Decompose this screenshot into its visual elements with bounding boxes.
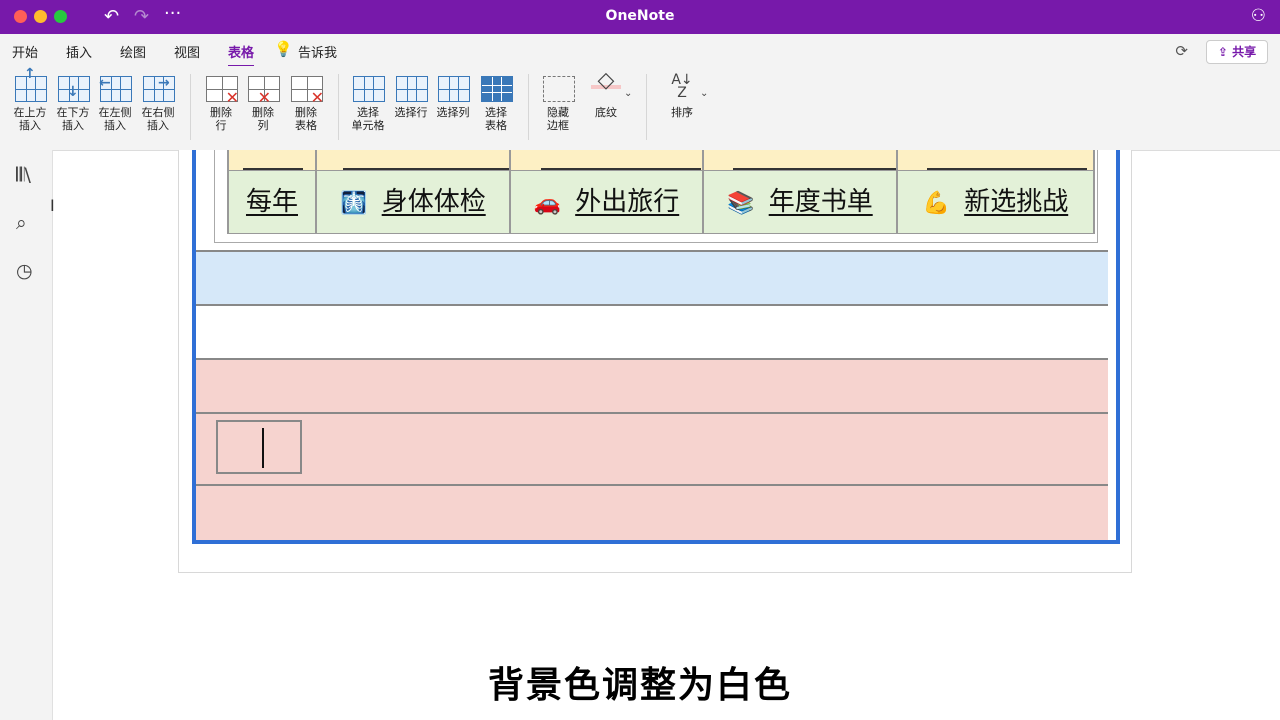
insert-below-button[interactable]: ↓ 在下方 插入	[53, 74, 93, 132]
app-title: OneNote	[605, 8, 675, 24]
insert-below-label: 在下方 插入	[56, 106, 90, 132]
delete-table-button[interactable]: ✕ 删除 表格	[286, 74, 326, 132]
lightbulb-icon[interactable]: 💡	[274, 40, 293, 58]
tab-view[interactable]: 视图	[174, 42, 200, 61]
table-row-pink[interactable]	[196, 412, 1108, 484]
table-row-pink[interactable]	[196, 358, 1108, 412]
share-label: 共享	[1232, 45, 1257, 59]
ribbon-separator	[190, 74, 191, 140]
cell-text: 每年	[245, 187, 298, 217]
tell-me-field[interactable]: 告诉我	[298, 42, 337, 61]
paint-bucket-icon: ◇	[590, 70, 622, 102]
delete-column-icon: ✕	[247, 74, 280, 106]
cell-text: 年度书单	[768, 187, 873, 217]
tab-table[interactable]: 表格	[228, 42, 255, 67]
table-row-blue[interactable]	[196, 250, 1108, 304]
insert-right-button[interactable]: → 在右侧 插入	[138, 74, 178, 132]
ribbon-separator	[646, 74, 647, 140]
shading-dropdown-icon[interactable]: ⌄	[624, 88, 632, 99]
table-row-white[interactable]	[196, 304, 1108, 358]
select-cell-label: 选择 单元格	[351, 106, 385, 132]
books-icon: 📚	[727, 191, 755, 216]
delete-table-icon: ✕	[290, 74, 324, 106]
insert-right-icon: →	[142, 74, 175, 102]
account-icon[interactable]: ⚇	[1251, 6, 1266, 26]
table-cell[interactable]: 🚗 外出旅行	[511, 171, 704, 233]
title-bar: ↶ ↷ ··· OneNote ⚇	[0, 0, 1280, 34]
insert-left-button[interactable]: ← 在左侧 插入	[95, 74, 135, 132]
select-row-label: 选择行	[394, 106, 428, 119]
select-cell-button[interactable]: 选择 单元格	[348, 74, 388, 132]
menu-bar: 开始 插入 绘图 视图 表格 💡 告诉我 ⟳ ⇪ 共享	[0, 34, 1280, 67]
cell-text: 身体体检	[381, 187, 486, 217]
table-row-pink[interactable]	[196, 484, 1108, 540]
insert-below-icon: ↓	[57, 74, 90, 102]
active-table-cell[interactable]	[216, 420, 302, 474]
select-table-button[interactable]: 选择 表格	[476, 74, 516, 132]
delete-table-label: 删除 表格	[295, 106, 317, 132]
share-button[interactable]: ⇪ 共享	[1206, 40, 1268, 64]
table-cell[interactable]: 🩻 身体体检	[317, 171, 511, 233]
sync-icon[interactable]: ⟳	[1175, 42, 1188, 60]
cell-text: 外出旅行	[575, 187, 680, 217]
delete-row-button[interactable]: ✕ 删除 行	[201, 74, 241, 132]
select-column-icon	[437, 74, 470, 102]
select-table-icon	[480, 74, 513, 102]
nested-table-container: 每年 🩻 身体体检 🚗 外出旅行 📚 年度书单 💪 新选挑战	[214, 150, 1098, 243]
insert-above-button[interactable]: ↑ 在上方 插入	[10, 67, 50, 132]
select-table-label: 选择 表格	[485, 106, 507, 132]
table-cell[interactable]: 每年	[229, 171, 317, 233]
xray-icon: 🩻	[340, 191, 368, 216]
insert-above-icon: ↑	[14, 67, 47, 102]
cell-text: 新选挑战	[964, 187, 1069, 217]
delete-column-button[interactable]: ✕ 删除 列	[243, 74, 283, 132]
outer-table[interactable]: 每年 🩻 身体体检 🚗 外出旅行 📚 年度书单 💪 新选挑战	[192, 150, 1120, 544]
select-column-button[interactable]: 选择列	[433, 74, 473, 119]
text-caret	[262, 428, 264, 468]
ribbon-separator	[338, 74, 339, 140]
left-sidebar: 𝄃𝄃\ ⌕ ◷	[0, 150, 53, 720]
delete-row-label: 删除 行	[210, 106, 232, 132]
select-cell-icon	[352, 74, 385, 102]
sort-icon: A↓ Z	[671, 72, 693, 101]
notebooks-icon[interactable]: 𝄃𝄃\	[16, 164, 31, 186]
select-row-button[interactable]: 选择行	[391, 74, 431, 119]
select-column-label: 选择列	[436, 106, 470, 119]
table-row[interactable]: 每年 🩻 身体体检 🚗 外出旅行 📚 年度书单 💪 新选挑战	[229, 170, 1093, 233]
tab-draw[interactable]: 绘图	[120, 42, 146, 61]
hide-borders-label: 隐藏 边框	[547, 106, 569, 132]
hide-borders-button[interactable]: 隐藏 边框	[538, 74, 578, 132]
nested-table[interactable]: 每年 🩻 身体体检 🚗 外出旅行 📚 年度书单 💪 新选挑战	[227, 150, 1095, 234]
text-cursor-icon: I	[50, 196, 55, 215]
table-row[interactable]	[229, 150, 1093, 170]
delete-column-label: 删除 列	[252, 106, 274, 132]
insert-left-label: 在左侧 插入	[98, 106, 132, 132]
car-icon: 🚗	[533, 191, 562, 216]
table-cell[interactable]: 📚 年度书单	[704, 171, 898, 233]
delete-row-icon: ✕	[205, 74, 239, 106]
hide-borders-icon	[542, 74, 575, 102]
sort-dropdown-icon[interactable]: ⌄	[700, 88, 708, 99]
select-row-icon	[395, 74, 428, 102]
ribbon-table: ↑ 在上方 插入 ↓ 在下方 插入 ← 在左侧 插入 → 在右侧 插入 ✕ 删除…	[0, 66, 1280, 151]
sort-label: 排序	[671, 106, 693, 119]
sort-button[interactable]: A↓ Z 排序	[662, 72, 702, 119]
tab-insert[interactable]: 插入	[66, 42, 92, 61]
insert-above-label: 在上方 插入	[13, 106, 47, 132]
ribbon-separator	[528, 74, 529, 140]
shading-label: 底纹	[595, 106, 617, 119]
insert-right-label: 在右侧 插入	[141, 106, 175, 132]
shading-button[interactable]: ◇ 底纹	[586, 70, 626, 119]
recent-clock-icon[interactable]: ◷	[16, 260, 33, 282]
insert-left-icon: ←	[99, 74, 132, 102]
video-caption: 背景色调整为白色	[487, 665, 792, 706]
table-cell[interactable]: 💪 新选挑战	[898, 171, 1093, 233]
flexed-bicep-icon: 💪	[922, 191, 951, 216]
tab-home[interactable]: 开始	[12, 42, 38, 61]
search-icon[interactable]: ⌕	[16, 212, 27, 234]
